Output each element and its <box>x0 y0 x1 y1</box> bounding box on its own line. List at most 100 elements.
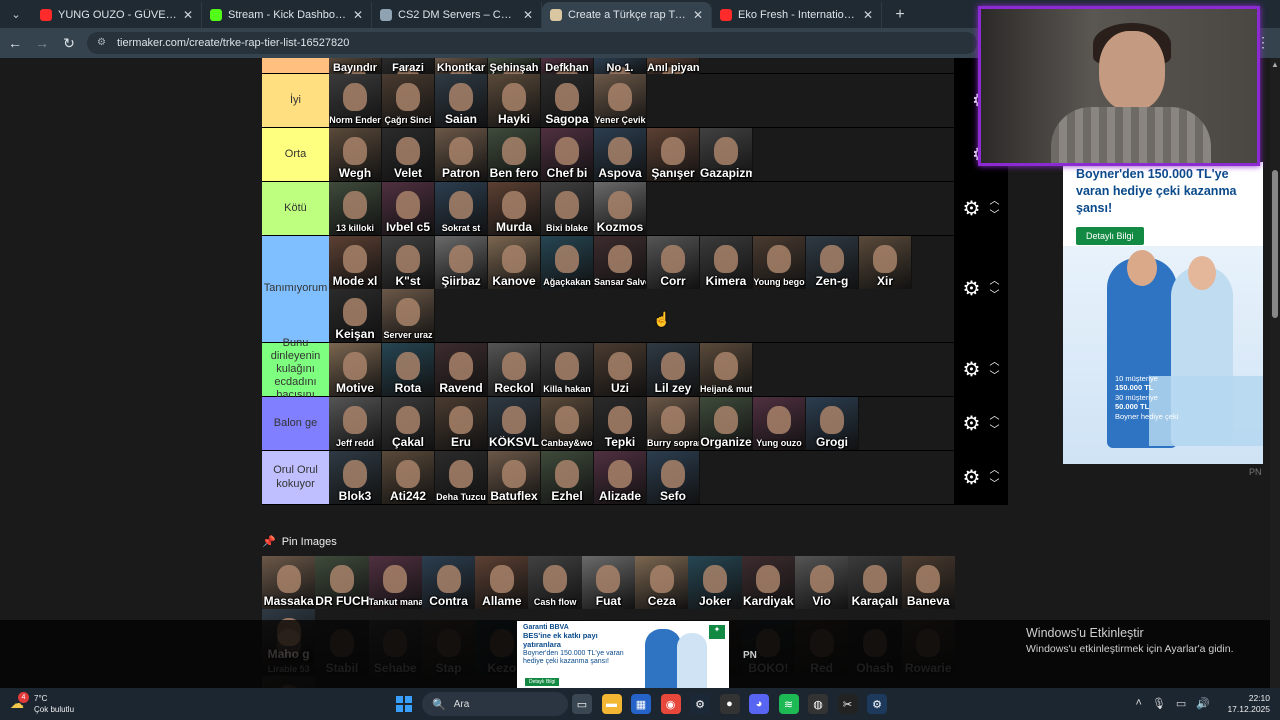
tier-settings-gear-icon[interactable]: ⚙ <box>963 414 981 434</box>
weather-widget[interactable]: ☁ 4 7°C Çok bulutlu <box>10 692 74 715</box>
discord-icon[interactable]: ◕ <box>749 694 769 714</box>
tier-item-card[interactable]: Deha Tuzcu <box>435 451 488 504</box>
tier-item-card[interactable]: Lil zey <box>647 343 700 396</box>
scrollbar-thumb[interactable] <box>1272 170 1278 318</box>
steam-icon[interactable]: ⚙ <box>690 694 710 714</box>
tier-item-card[interactable]: 13 killoki <box>329 182 382 235</box>
browser-tab[interactable]: CS2 DM Servers – CYBERSHOKE ✕ <box>372 2 542 28</box>
tier-item-card[interactable]: Anıl piyanci <box>647 58 700 74</box>
file-explorer-icon[interactable]: ▬ <box>601 694 622 714</box>
display-icon[interactable]: ▭ <box>1176 697 1186 710</box>
tier-item-card[interactable]: Tankut manas <box>368 556 422 609</box>
chevron-up-icon[interactable]: ︿ <box>989 195 999 209</box>
settings-gear-icon[interactable]: ⚙ <box>867 694 887 714</box>
tier-item-card[interactable]: Bixi blake <box>541 182 594 235</box>
tier-item-card[interactable]: Patron <box>435 128 488 181</box>
tier-item-card[interactable]: Fuat <box>581 556 636 609</box>
tab-close-icon[interactable]: ✕ <box>523 8 533 22</box>
tab-search-button[interactable]: ⌄ <box>4 2 28 26</box>
tier-item-card[interactable]: Şiirbaz <box>435 236 488 289</box>
tier-item-card[interactable]: Ivbel c5 <box>382 182 435 235</box>
tier-item-card[interactable]: Velet <box>382 128 435 181</box>
obs-icon[interactable]: ◍ <box>808 694 828 714</box>
tier-label[interactable]: Orul Orul kokuyor <box>262 451 329 504</box>
tier-item-card[interactable]: Joker <box>688 556 742 609</box>
tier-item-card[interactable]: Kanove <box>488 236 541 289</box>
tier-items[interactable]: Mode xl K"st Şiirbaz Kanove Ağaçkakan Sansar … <box>329 236 954 342</box>
tab-close-icon[interactable]: ✕ <box>183 8 193 22</box>
tier-item-card[interactable]: KÖKSVL <box>488 397 541 450</box>
tier-item-card[interactable]: Grogi <box>806 397 859 450</box>
tier-item-card[interactable]: Corr <box>647 236 700 289</box>
tier-item-card[interactable]: Yener Çevik <box>594 74 647 127</box>
tier-item-card[interactable]: Gazapizm <box>700 128 753 181</box>
browser-tab[interactable]: Eko Fresh - International Nighty ✕ <box>712 2 882 28</box>
tier-item-card[interactable]: Uzi <box>594 343 647 396</box>
tier-item-card[interactable]: Çakal <box>382 397 435 450</box>
tier-item-card[interactable]: Hayki <box>488 74 541 127</box>
tier-label[interactable]: İyi <box>262 74 329 127</box>
tier-item-card[interactable]: Chef bi <box>541 128 594 181</box>
tier-item-card[interactable]: Murda <box>488 182 541 235</box>
back-button[interactable]: ← <box>3 31 27 55</box>
tier-item-card[interactable]: Alizade <box>594 451 647 504</box>
browser-tab[interactable]: Stream - Kick Dashboard ✕ <box>202 2 372 28</box>
tier-item-card[interactable]: Ati242 <box>382 451 435 504</box>
tier-settings-gear-icon[interactable]: ⚙ <box>963 279 981 299</box>
tier-item-card[interactable]: Aspova <box>594 128 647 181</box>
tier-item-card[interactable]: Şanışer <box>647 128 700 181</box>
tray-chevron-up-icon[interactable]: ˄ <box>1135 697 1141 710</box>
bbva-close-icon[interactable]: ✦ <box>709 625 725 639</box>
tab-close-icon[interactable]: ✕ <box>863 8 873 22</box>
tier-label[interactable]: Balon ge <box>262 397 329 450</box>
tier-item-card[interactable]: Ravend <box>435 343 488 396</box>
tier-item-card[interactable]: Ceza <box>635 556 689 609</box>
boyner-ad[interactable]: Boyner'den 150.000 TL'ye varan hediye çe… <box>1063 162 1263 464</box>
tier-item-card[interactable]: Ben fero <box>488 128 541 181</box>
tier-item-card[interactable]: Wegh <box>329 128 382 181</box>
tier-item-card[interactable]: Tepki <box>594 397 647 450</box>
tier-item-card[interactable]: Çağrı Sinci <box>382 74 435 127</box>
tier-item-card[interactable]: Yung ouzo <box>753 397 806 450</box>
tier-item-card[interactable]: Reckol <box>488 343 541 396</box>
tier-item-card[interactable]: Baneva <box>901 556 955 609</box>
tier-item-card[interactable]: Rota <box>382 343 435 396</box>
tier-item-card[interactable]: K"st <box>382 236 435 289</box>
tier-items[interactable]: Norm Ender Çağrı Sinci Saian Hayki Sagopa Yen… <box>329 74 954 127</box>
tier-item-card[interactable]: Sagopa <box>541 74 594 127</box>
page-scrollbar[interactable]: ▲ <box>1270 58 1280 688</box>
tier-item-card[interactable]: Burry soprano <box>647 397 700 450</box>
tier-item-card[interactable]: Allame <box>475 556 529 609</box>
garanti-bbva-ad[interactable]: Garanti BBVA BES'ine ek katkı payı yatır… <box>517 621 729 688</box>
tier-item-card[interactable]: Killa hakan <box>541 343 594 396</box>
app-icon[interactable]: ● <box>719 694 740 714</box>
tier-items[interactable]: Wegh Velet Patron Ben fero Chef bi Aspova Şanı… <box>329 128 954 181</box>
tab-close-icon[interactable]: ✕ <box>693 8 703 22</box>
browser-tab[interactable]: Create a Türkçe rap Tier List - Tie ✕ <box>542 2 712 28</box>
chevron-down-icon[interactable]: ﹀ <box>989 424 999 438</box>
taskbar-search[interactable]: 🔍 Ara <box>422 692 568 716</box>
spotify-icon[interactable]: ≋ <box>778 694 799 714</box>
tier-item-card[interactable]: Karaçalı <box>848 556 902 609</box>
tier-item-card[interactable]: Batuflex <box>488 451 541 504</box>
browser-tab[interactable]: YUNG OUZO - GÜVENEMEM - You ✕ <box>32 2 202 28</box>
task-view-icon[interactable]: ▭ <box>572 694 592 714</box>
tier-item-card[interactable]: Defkhan <box>541 58 594 74</box>
tier-settings-gear-icon[interactable]: ⚙ <box>963 468 981 488</box>
tier-item-card[interactable]: Mode xl <box>329 236 382 289</box>
tier-item-card[interactable]: Sokrat st <box>435 182 488 235</box>
chevron-up-icon[interactable]: ︿ <box>989 275 999 289</box>
tier-label[interactable]: Tanımıyorum <box>262 236 329 342</box>
tier-item-card[interactable]: Massaka <box>262 556 316 609</box>
tier-item-card[interactable]: DR FUCHS <box>315 556 369 609</box>
tier-item-card[interactable]: Eru <box>435 397 488 450</box>
tier-item-card[interactable]: Heijan& muti <box>700 343 753 396</box>
tier-items[interactable]: Jeff redd Çakal Eru KÖKSVLCanbay&wolker Tepk… <box>329 397 954 450</box>
tier-item-card[interactable]: Kozmos <box>594 182 647 235</box>
reload-button[interactable]: ↻ <box>57 31 81 55</box>
address-bar[interactable]: ⚙ tiermaker.com/create/trke-rap-tier-lis… <box>87 32 977 54</box>
tier-item-card[interactable]: Zen-g <box>806 236 859 289</box>
tier-item-card[interactable]: Motive <box>329 343 382 396</box>
tier-items[interactable]: Blok3 Ati242 Deha Tuzcu Batuflex Ezhel Alizad… <box>329 451 954 504</box>
tier-label[interactable]: Kötü <box>262 182 329 235</box>
